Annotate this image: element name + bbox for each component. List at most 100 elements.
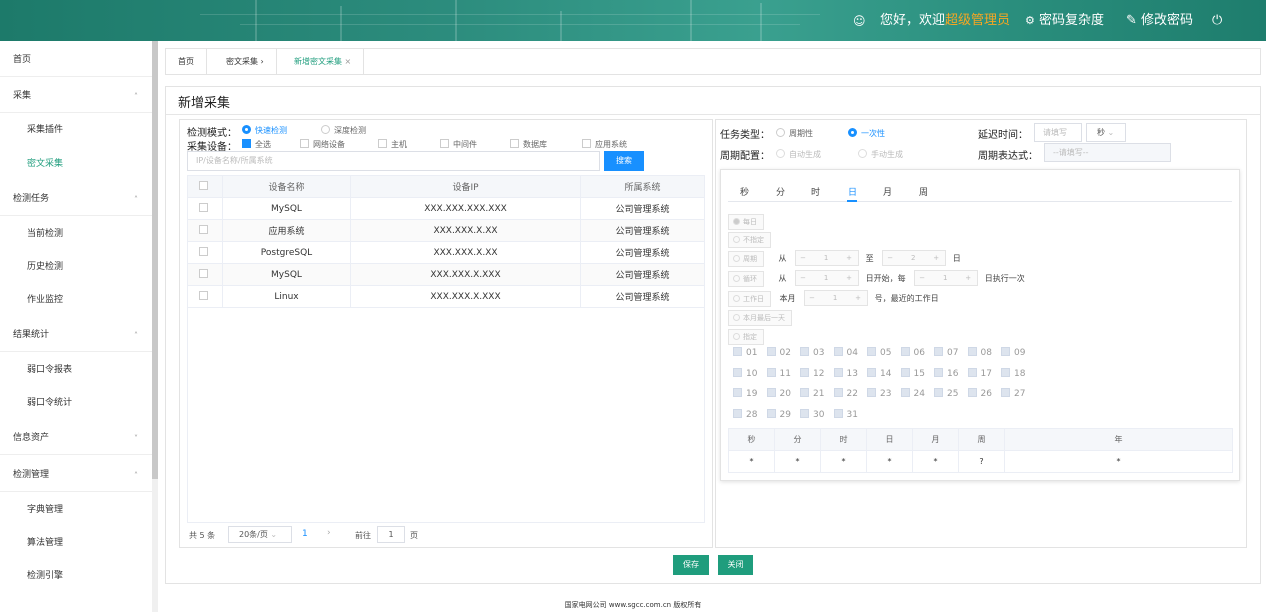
- opt-period[interactable]: 周期 从 −1 + 至 −2 + 日: [728, 250, 961, 267]
- save-button[interactable]: 保存: [673, 555, 709, 575]
- day-checkbox[interactable]: 10: [733, 367, 765, 379]
- sidebar-item[interactable]: 检测任务 ˄: [0, 183, 152, 216]
- row-checkbox[interactable]: [187, 285, 223, 308]
- opt-daily[interactable]: 每日: [728, 214, 764, 230]
- loop-from-stepper[interactable]: −1 +: [795, 270, 860, 286]
- table-row[interactable]: PostgreSQL XXX.XXX.X.XX 公司管理系统: [187, 241, 705, 264]
- sidebar-item[interactable]: 检测管理 ˄: [0, 459, 152, 492]
- sidebar-item[interactable]: 弱口令报表: [0, 354, 152, 387]
- table-row[interactable]: Linux XXX.XXX.X.XXX 公司管理系统: [187, 285, 705, 308]
- day-checkbox[interactable]: 09: [1001, 347, 1033, 358]
- sidebar-item[interactable]: 当前检测: [0, 218, 152, 251]
- day-checkbox[interactable]: 03: [800, 347, 832, 358]
- row-checkbox[interactable]: [187, 197, 223, 220]
- row-checkbox[interactable]: [187, 263, 223, 286]
- sidebar-item[interactable]: 密文采集: [0, 148, 152, 181]
- day-checkbox[interactable]: 12: [800, 367, 832, 379]
- opt-unspecified[interactable]: 不指定: [728, 232, 771, 248]
- mode-deep-radio[interactable]: 深度检测: [321, 125, 366, 136]
- power-icon[interactable]: ⏻: [1212, 12, 1222, 30]
- close-button[interactable]: 关闭: [718, 555, 753, 575]
- day-checkbox[interactable]: 19: [733, 388, 765, 399]
- day-checkbox[interactable]: 14: [867, 367, 899, 379]
- mode-fast-radio[interactable]: 快速检测: [242, 125, 287, 136]
- row-checkbox[interactable]: [187, 219, 223, 242]
- row-checkbox[interactable]: [187, 241, 223, 264]
- opt-loop[interactable]: 循环 从 −1 + 日开始，每 −1 + 日执行一次: [728, 270, 1025, 287]
- day-checkbox[interactable]: 30: [800, 408, 832, 420]
- page-number[interactable]: 1: [302, 529, 308, 539]
- sidebar-item[interactable]: 结果统计 ˄: [0, 319, 152, 352]
- delay-input[interactable]: 请填写: [1034, 123, 1082, 142]
- sidebar-item[interactable]: 作业监控: [0, 284, 152, 317]
- task-periodic-radio[interactable]: 周期性: [776, 128, 813, 139]
- device-option-checkbox[interactable]: 数据库: [510, 139, 547, 150]
- workday-stepper[interactable]: −1 +: [804, 290, 869, 306]
- cron-tab[interactable]: 周: [919, 185, 928, 198]
- day-checkbox[interactable]: 01: [733, 347, 765, 358]
- day-checkbox[interactable]: 24: [900, 388, 933, 399]
- password-complexity-link[interactable]: ⚙ 密码复杂度: [1025, 12, 1104, 30]
- opt-last-day[interactable]: 本月最后一天: [728, 310, 792, 326]
- day-checkbox[interactable]: 20: [766, 388, 799, 399]
- close-icon[interactable]: ×: [345, 57, 352, 66]
- sidebar-item[interactable]: 历史检测: [0, 251, 152, 284]
- sidebar-item[interactable]: 信息资产 ˅: [0, 422, 152, 455]
- opt-specify[interactable]: 指定: [728, 329, 764, 345]
- day-checkbox[interactable]: 21: [800, 388, 832, 399]
- opt-workday[interactable]: 工作日 本月 −1 + 号，最近的工作日: [728, 290, 939, 307]
- sidebar-item[interactable]: 弱口令统计: [0, 387, 152, 420]
- day-checkbox[interactable]: 04: [833, 347, 866, 358]
- sidebar-item[interactable]: 首页: [0, 44, 152, 77]
- day-checkbox[interactable]: 15: [900, 367, 933, 379]
- day-checkbox[interactable]: 31: [833, 408, 866, 420]
- delay-unit-select[interactable]: 秒 ⌄: [1086, 123, 1126, 142]
- task-once-radio[interactable]: 一次性: [848, 128, 885, 139]
- day-checkbox[interactable]: 18: [1001, 367, 1033, 379]
- day-checkbox[interactable]: 29: [766, 408, 799, 420]
- cron-tab[interactable]: 秒: [740, 185, 749, 198]
- period-to-stepper[interactable]: −2 +: [882, 250, 947, 266]
- table-row[interactable]: 应用系统 XXX.XXX.X.XX 公司管理系统: [187, 219, 705, 242]
- table-row[interactable]: MySQL XXX.XXX.X.XXX 公司管理系统: [187, 263, 705, 286]
- day-checkbox[interactable]: 16: [934, 367, 966, 379]
- day-checkbox[interactable]: 02: [766, 347, 799, 358]
- cron-tab[interactable]: 时: [811, 185, 820, 198]
- day-checkbox[interactable]: 23: [867, 388, 899, 399]
- goto-input[interactable]: 1: [377, 526, 405, 543]
- day-checkbox[interactable]: 05: [867, 347, 899, 358]
- day-checkbox[interactable]: 07: [934, 347, 966, 358]
- day-checkbox[interactable]: 27: [1001, 388, 1033, 399]
- cron-expression-input[interactable]: --请填写--: [1044, 143, 1171, 162]
- period-auto-radio[interactable]: 自动生成: [776, 149, 821, 160]
- device-option-checkbox[interactable]: 网络设备: [300, 139, 345, 150]
- sidebar-item[interactable]: 检测引擎: [0, 560, 152, 593]
- day-checkbox[interactable]: 25: [934, 388, 966, 399]
- device-option-checkbox[interactable]: 应用系统: [582, 139, 627, 150]
- day-checkbox[interactable]: 17: [967, 367, 1000, 379]
- day-checkbox[interactable]: 28: [733, 408, 765, 420]
- sidebar-item[interactable]: 算法管理: [0, 527, 152, 560]
- tab-cipher-collect[interactable]: 密文采集 ›: [214, 49, 277, 74]
- change-password-link[interactable]: ✎ 修改密码: [1126, 12, 1193, 30]
- day-checkbox[interactable]: 11: [766, 367, 799, 379]
- device-option-checkbox[interactable]: 全选: [242, 139, 271, 150]
- search-input[interactable]: IP/设备名称/所属系统: [187, 151, 600, 171]
- day-checkbox[interactable]: 13: [833, 367, 866, 379]
- sidebar-scrollbar[interactable]: [152, 41, 158, 479]
- tab-home[interactable]: 首页: [166, 49, 207, 74]
- next-page-icon[interactable]: ›: [327, 528, 331, 538]
- page-size-select[interactable]: 20条/页 ⌄: [228, 526, 292, 543]
- device-option-checkbox[interactable]: 中间件: [440, 139, 477, 150]
- day-checkbox[interactable]: 22: [833, 388, 866, 399]
- sidebar-item[interactable]: 采集插件: [0, 114, 152, 147]
- cron-tab[interactable]: 日: [848, 185, 857, 198]
- sidebar-item[interactable]: 采集 ˄: [0, 80, 152, 113]
- day-checkbox[interactable]: 26: [967, 388, 1000, 399]
- tab-new-cipher-collect[interactable]: 新增密文采集 ×: [282, 49, 365, 74]
- cron-tab[interactable]: 月: [883, 185, 892, 198]
- search-button[interactable]: 搜索: [604, 151, 644, 171]
- device-option-checkbox[interactable]: 主机: [378, 139, 407, 150]
- loop-every-stepper[interactable]: −1 +: [914, 270, 979, 286]
- period-from-stepper[interactable]: −1 +: [795, 250, 860, 266]
